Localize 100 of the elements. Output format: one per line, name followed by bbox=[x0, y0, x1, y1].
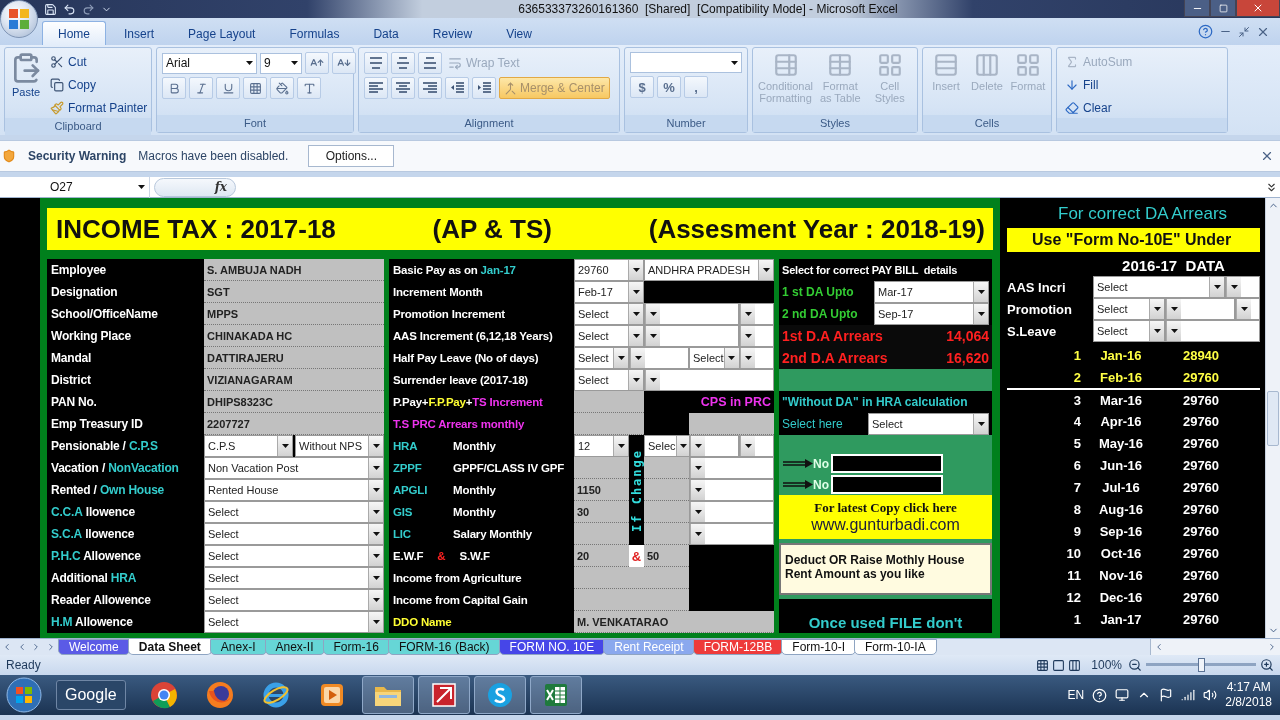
dropdown-field[interactable] bbox=[629, 347, 689, 369]
dropdown-field[interactable]: 29760 bbox=[574, 259, 644, 281]
dropdown-field[interactable] bbox=[644, 325, 739, 347]
dropdown-field[interactable]: Select bbox=[1093, 298, 1165, 320]
sheet-tab[interactable]: Data Sheet bbox=[127, 639, 212, 655]
dropdown-field[interactable]: Feb-17 bbox=[574, 281, 644, 303]
dropdown-field[interactable]: Select bbox=[204, 523, 384, 545]
undo-icon[interactable] bbox=[63, 2, 76, 16]
save-icon[interactable] bbox=[44, 2, 57, 16]
dropdown-field[interactable]: ANDHRA PRADESH bbox=[644, 259, 774, 281]
align-left-button[interactable] bbox=[364, 77, 388, 99]
dropdown-field[interactable]: Sep-17 bbox=[874, 303, 989, 325]
dropdown-field[interactable]: Select bbox=[1093, 276, 1225, 298]
insert-function-button[interactable]: fx bbox=[154, 177, 236, 197]
dropdown-field[interactable] bbox=[1165, 320, 1260, 342]
font-size-field[interactable]: 9 bbox=[260, 52, 302, 74]
decrease-indent-button[interactable] bbox=[445, 77, 469, 99]
number-format-button[interactable]: $ bbox=[630, 76, 654, 98]
dropdown-field[interactable]: Select bbox=[574, 325, 644, 347]
sheet-tab[interactable]: Anex-I bbox=[209, 639, 267, 655]
align-right-button[interactable] bbox=[418, 77, 442, 99]
number-format-button[interactable]: , bbox=[684, 76, 708, 98]
vertical-scrollbar[interactable] bbox=[1265, 198, 1280, 638]
dropdown-field[interactable] bbox=[689, 457, 774, 479]
dropdown-field[interactable] bbox=[739, 303, 774, 325]
start-icon[interactable] bbox=[4, 677, 44, 713]
zoom-out-icon[interactable] bbox=[1128, 658, 1142, 672]
paste-button[interactable]: Paste bbox=[10, 52, 42, 98]
dropdown-field[interactable]: Select bbox=[204, 501, 384, 523]
dropdown-field[interactable]: Select bbox=[204, 611, 384, 633]
ribbon-tab[interactable]: Home bbox=[42, 21, 106, 45]
website-link[interactable]: www.gunturbadi.com bbox=[811, 516, 960, 534]
dropdown-field[interactable]: 12 bbox=[574, 435, 629, 457]
dropdown-field[interactable]: Select bbox=[574, 303, 644, 325]
dropdown-field[interactable] bbox=[739, 325, 774, 347]
ribbon-tab[interactable]: Data bbox=[357, 21, 415, 45]
dropdown-field[interactable] bbox=[644, 303, 739, 325]
font-name-field[interactable]: Arial bbox=[162, 52, 257, 74]
align-middle-button[interactable] bbox=[391, 52, 415, 74]
grow-font-button[interactable] bbox=[305, 52, 329, 74]
ribbon-tab[interactable]: View bbox=[490, 21, 548, 45]
dropdown-field[interactable] bbox=[1225, 276, 1260, 298]
dropdown-field[interactable]: C.P.S bbox=[204, 435, 293, 457]
scroll-thumb[interactable] bbox=[1267, 390, 1279, 446]
dropdown-field[interactable] bbox=[689, 523, 774, 545]
maximize-button[interactable] bbox=[1210, 0, 1236, 17]
dropdown-field[interactable] bbox=[1165, 298, 1235, 320]
dropdown-field[interactable] bbox=[739, 347, 774, 369]
page-break-icon[interactable] bbox=[1068, 658, 1082, 672]
close-button[interactable] bbox=[1236, 0, 1280, 17]
zoom-in-icon[interactable] bbox=[1260, 658, 1274, 672]
number-format-button[interactable]: % bbox=[657, 76, 681, 98]
taskbar-button[interactable] bbox=[473, 676, 526, 714]
ribbon-tab[interactable]: Review bbox=[416, 21, 489, 45]
language-indicator[interactable]: EN bbox=[1067, 688, 1085, 702]
dropdown-field[interactable] bbox=[1235, 298, 1260, 320]
sheet-tab[interactable]: FORM-16 (Back) bbox=[387, 639, 501, 655]
sheet-tab[interactable]: FORM NO. 10E bbox=[498, 639, 606, 655]
format-painter-button[interactable]: Format Painter bbox=[47, 98, 151, 118]
dropdown-field[interactable]: Select bbox=[204, 589, 384, 611]
redo-icon[interactable] bbox=[82, 2, 95, 16]
dropdown-field[interactable]: Non Vacation Post bbox=[204, 457, 384, 479]
taskbar-button[interactable] bbox=[529, 676, 582, 714]
flag-icon[interactable] bbox=[1159, 688, 1174, 702]
dropdown-field[interactable] bbox=[739, 435, 774, 457]
bold-button[interactable] bbox=[162, 77, 186, 99]
dropdown-field[interactable]: Mar-17 bbox=[874, 281, 989, 303]
sheet-tab[interactable]: Form-16 bbox=[322, 639, 390, 655]
dropdown-field[interactable]: Rented House bbox=[204, 479, 384, 501]
cut-button[interactable]: Cut bbox=[47, 52, 151, 72]
dropdown-field[interactable]: Select bbox=[1093, 320, 1165, 342]
volume-icon[interactable] bbox=[1203, 688, 1218, 702]
align-top-button[interactable] bbox=[364, 52, 388, 74]
monitor-icon[interactable] bbox=[1115, 688, 1130, 702]
dropdown-field[interactable] bbox=[689, 435, 739, 457]
dropdown-field[interactable]: Select bbox=[689, 347, 739, 369]
sheet-tab[interactable]: Form-10-IA bbox=[854, 639, 937, 655]
restore-icon[interactable] bbox=[1238, 25, 1250, 38]
ribbon-tab[interactable]: Formulas bbox=[273, 21, 356, 45]
borders-button[interactable] bbox=[243, 77, 267, 99]
taskbar-button[interactable] bbox=[361, 676, 414, 714]
increase-indent-button[interactable] bbox=[472, 77, 496, 99]
dropdown-field[interactable] bbox=[644, 369, 774, 391]
ribbon-button[interactable]: Fill bbox=[1062, 75, 1136, 95]
align-bottom-button[interactable] bbox=[418, 52, 442, 74]
dropdown-field[interactable]: Select bbox=[574, 347, 629, 369]
sheet-tab[interactable]: Anex-II bbox=[264, 639, 325, 655]
dropdown-field[interactable] bbox=[689, 479, 774, 501]
sheet-tab[interactable]: FORM-12BB bbox=[692, 639, 784, 655]
search-button[interactable]: Google bbox=[56, 680, 126, 710]
dropdown-field[interactable]: Without NPS bbox=[295, 435, 384, 457]
dropdown-field[interactable] bbox=[689, 501, 774, 523]
page-layout-icon[interactable] bbox=[1052, 658, 1066, 672]
dropdown-field[interactable]: Select bbox=[574, 369, 644, 391]
close-icon[interactable] bbox=[1260, 149, 1274, 163]
name-box[interactable]: O27 bbox=[0, 176, 150, 198]
horizontal-scrollbar[interactable] bbox=[1150, 639, 1280, 655]
underline-button[interactable] bbox=[216, 77, 240, 99]
shrink-font-button[interactable] bbox=[332, 52, 356, 74]
italic-button[interactable] bbox=[189, 77, 213, 99]
